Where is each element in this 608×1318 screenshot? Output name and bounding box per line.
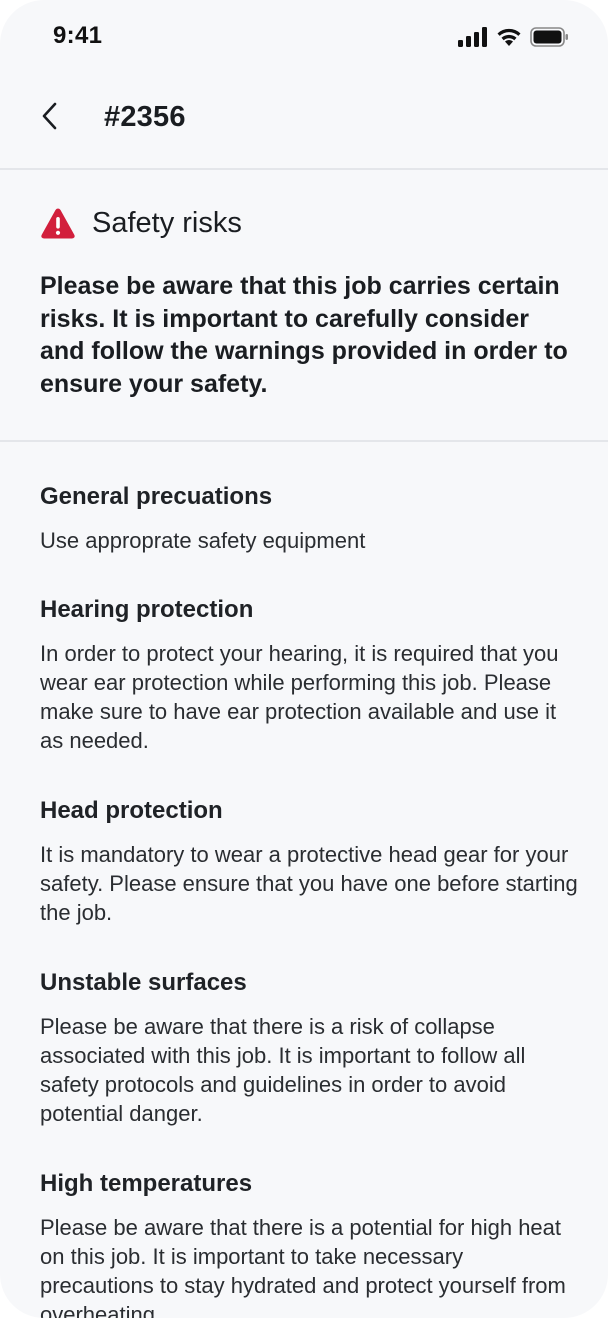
precaution-text: In order to protect your hearing, it is … bbox=[40, 641, 559, 753]
warning-icon bbox=[41, 208, 75, 239]
precaution-title: High temperatures bbox=[40, 1170, 253, 1197]
safety-risks-header: Safety risks bbox=[40, 206, 242, 240]
precaution-text: Please be aware that there is a risk of … bbox=[40, 1014, 526, 1126]
signal-icon bbox=[458, 27, 488, 47]
precaution-item: General precuations Use approprate safet… bbox=[40, 482, 580, 555]
page-title: #2356 bbox=[104, 101, 186, 133]
safety-risks-title: Safety risks bbox=[92, 206, 242, 239]
precaution-item: High temperatures Please be aware that t… bbox=[40, 1169, 580, 1318]
status-icons bbox=[458, 26, 570, 48]
phone-screen: 9:41 #2356 Safety risks Please be aware … bbox=[0, 0, 608, 1318]
precaution-item: Hearing protection In order to protect y… bbox=[40, 595, 580, 755]
precaution-title: General precuations bbox=[40, 483, 273, 510]
safety-risks-intro: Please be aware that this job carries ce… bbox=[40, 272, 568, 398]
battery-icon bbox=[530, 27, 570, 47]
precaution-item: Unstable surfaces Please be aware that t… bbox=[40, 968, 580, 1128]
wifi-icon bbox=[496, 27, 522, 47]
precaution-item: Head protection It is mandatory to wear … bbox=[40, 796, 580, 927]
nav-bar: #2356 bbox=[0, 76, 608, 170]
precaution-title: Unstable surfaces bbox=[40, 969, 247, 996]
precaution-title: Hearing protection bbox=[40, 596, 254, 623]
back-button[interactable] bbox=[30, 96, 70, 140]
precaution-text: Use approprate safety equipment bbox=[40, 528, 366, 553]
safety-risks-section: Safety risks Please be aware that this j… bbox=[0, 170, 608, 442]
status-time: 9:41 bbox=[53, 22, 103, 49]
precaution-text: Please be aware that there is a potentia… bbox=[40, 1215, 566, 1318]
chevron-left-icon bbox=[40, 101, 60, 136]
status-bar: 9:41 bbox=[0, 0, 608, 76]
precaution-text: It is mandatory to wear a protective hea… bbox=[40, 842, 578, 925]
precaution-title: Head protection bbox=[40, 797, 223, 824]
